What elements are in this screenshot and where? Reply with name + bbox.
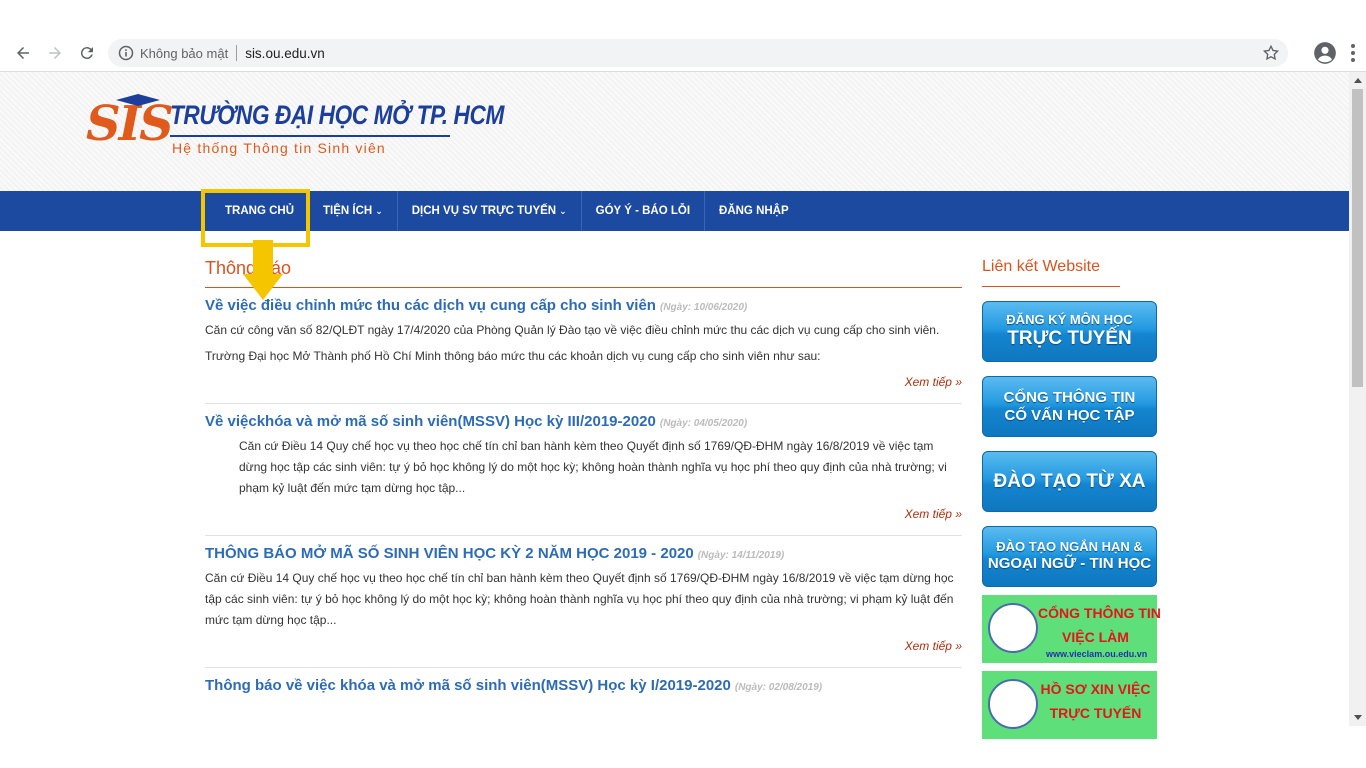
links-sidebar: Liên kết Website ĐĂNG KÝ MÔN HỌC TRỰC TU… — [982, 258, 1161, 739]
logo-tagline: Hệ thống Thông tin Sinh viên — [172, 140, 386, 156]
browser-tabstrip — [0, 0, 1366, 34]
announcement-excerpt: Căn cứ Điều 14 Quy chế học vụ theo học c… — [239, 439, 947, 495]
address-bar[interactable]: Không bảo mật sis.ou.edu.vn — [108, 39, 1288, 67]
down-arrow-annotation-icon — [243, 240, 283, 300]
banner-line-1: HỒ SƠ XIN VIỆC — [1040, 681, 1151, 697]
banner-line-2: TRỰC TUYẾN — [1049, 705, 1142, 721]
announcement-excerpt: Trường Đại học Mở Thành phố Hồ Chí Minh … — [205, 349, 821, 363]
nav-item-login[interactable]: ĐĂNG NHẬP — [705, 191, 803, 231]
school-name: TRƯỜNG ĐẠI HỌC MỞ TP. HCM — [170, 100, 504, 130]
announcement-item: THÔNG BÁO MỞ MÃ SỐ SINH VIÊN HỌC KỲ 2 NĂ… — [205, 536, 962, 668]
university-seal-icon — [988, 679, 1038, 729]
nav-item-utilities[interactable]: TIỆN ÍCH ⌄ — [309, 191, 398, 231]
link-line-2: NGOẠI NGỮ - TIN HỌC — [987, 555, 1152, 573]
link-line-2: CỐ VẤN HỌC TẬP — [1004, 406, 1135, 424]
link-line-1: ĐÀO TẠO TỪ XA — [993, 470, 1146, 492]
announcement-excerpt: Căn cứ Điều 14 Quy chế học vụ theo học c… — [205, 571, 954, 627]
browser-toolbar: Không bảo mật sis.ou.edu.vn — [0, 34, 1366, 72]
nav-item-feedback[interactable]: GÓY Ý - BÁO LỖI — [582, 191, 706, 231]
back-button[interactable] — [10, 40, 36, 66]
back-arrow-icon — [17, 46, 29, 59]
kebab-menu-icon[interactable] — [1350, 43, 1356, 63]
page-scrollbar[interactable] — [1349, 72, 1366, 726]
scrollbar-thumb[interactable] — [1352, 89, 1363, 387]
announcements-heading: Thông báo — [205, 258, 962, 288]
graduation-cap-icon — [116, 94, 160, 106]
chevron-down-icon: ⌄ — [375, 205, 383, 216]
banner-line-2: VIỆC LÀM — [1062, 629, 1129, 645]
announcement-title-link[interactable]: Thông báo về việc khóa và mở mã số sinh … — [205, 677, 731, 694]
distance-learning-link[interactable]: ĐÀO TẠO TỪ XA — [982, 451, 1157, 512]
omnibox-divider — [236, 45, 238, 61]
read-more-link[interactable]: Xem tiếp » — [205, 639, 962, 653]
nav-highlight-box — [201, 189, 310, 247]
job-portal-banner[interactable]: CỔNG THÔNG TIN VIỆC LÀM www.vieclam.ou.e… — [982, 595, 1161, 663]
forward-arrow-icon — [49, 46, 61, 59]
reload-button[interactable] — [74, 40, 100, 66]
forward-button[interactable] — [42, 40, 68, 66]
bookmark-star-icon[interactable] — [1262, 44, 1280, 62]
scroll-down-icon[interactable] — [1349, 709, 1366, 726]
nav-item-label: TIỆN ÍCH — [323, 205, 373, 217]
logo-underline — [170, 135, 450, 137]
reload-icon — [80, 46, 93, 59]
announcement-item: Thông báo về việc khóa và mở mã số sinh … — [205, 668, 962, 709]
announcements-column: Thông báo Về việc điều chỉnh mức thu các… — [205, 258, 962, 709]
scroll-up-icon[interactable] — [1349, 72, 1366, 89]
toolbar-right — [1282, 40, 1356, 66]
security-label[interactable]: Không bảo mật — [140, 46, 228, 61]
link-line-1: ĐÀO TẠO NGẮN HẠN & — [996, 539, 1143, 555]
info-icon[interactable] — [118, 45, 134, 61]
short-course-link[interactable]: ĐÀO TẠO NGẮN HẠN & NGOẠI NGỮ - TIN HỌC — [982, 526, 1157, 587]
announcement-title-link[interactable]: THÔNG BÁO MỞ MÃ SỐ SINH VIÊN HỌC KỲ 2 NĂ… — [205, 545, 694, 562]
banner-url: www.vieclam.ou.edu.vn — [1046, 649, 1148, 659]
sidebar-heading: Liên kết Website — [982, 258, 1120, 287]
nav-item-label: DỊCH VỤ SV TRỰC TUYẾN — [411, 205, 557, 217]
course-registration-link[interactable]: ĐĂNG KÝ MÔN HỌC TRỰC TUYẾN — [982, 301, 1157, 362]
announcement-date: (Ngày: 14/11/2019) — [697, 550, 785, 561]
announcement-excerpt: Căn cứ công văn số 82/QLĐT ngày 17/4/202… — [205, 323, 940, 337]
announcement-title-link[interactable]: Về việckhóa và mở mã số sinh viên(MSSV) … — [205, 413, 656, 430]
banner-line-1: CỔNG THÔNG TIN — [1038, 605, 1161, 621]
site-logo[interactable]: SIS TRƯỜNG ĐẠI HỌC MỞ TP. HCM Hệ thống T… — [86, 94, 504, 160]
announcement-item: Về việckhóa và mở mã số sinh viên(MSSV) … — [205, 404, 962, 536]
announcement-item: Về việc điều chỉnh mức thu các dịch vụ c… — [205, 288, 962, 404]
link-line-2: TRỰC TUYẾN — [1007, 328, 1132, 350]
academic-advisor-portal-link[interactable]: CỔNG THÔNG TIN CỐ VẤN HỌC TẬP — [982, 376, 1157, 437]
online-resume-banner[interactable]: HỒ SƠ XIN VIỆC TRỰC TUYẾN — [982, 671, 1157, 739]
announcement-date: (Ngày: 02/08/2019) — [734, 682, 823, 693]
url-text[interactable]: sis.ou.edu.vn — [245, 46, 325, 61]
announcement-date: (Ngày: 10/06/2020) — [659, 302, 748, 313]
link-line-1: CỔNG THÔNG TIN — [1003, 389, 1136, 407]
nav-item-label: GÓY Ý - BÁO LỖI — [595, 205, 691, 217]
chevron-down-icon: ⌄ — [559, 205, 567, 216]
announcement-date: (Ngày: 04/05/2020) — [659, 418, 748, 429]
nav-item-label: ĐĂNG NHẬP — [719, 205, 789, 217]
nav-item-online-services[interactable]: DỊCH VỤ SV TRỰC TUYẾN ⌄ — [398, 191, 582, 231]
university-seal-icon — [988, 603, 1038, 653]
read-more-link[interactable]: Xem tiếp » — [205, 375, 962, 389]
page-viewport: SIS TRƯỜNG ĐẠI HỌC MỞ TP. HCM Hệ thống T… — [0, 72, 1366, 768]
link-line-1: ĐĂNG KÝ MÔN HỌC — [1006, 312, 1133, 328]
account-icon[interactable] — [1312, 40, 1338, 66]
read-more-link[interactable]: Xem tiếp » — [205, 507, 962, 521]
site-header: SIS TRƯỜNG ĐẠI HỌC MỞ TP. HCM Hệ thống T… — [0, 72, 1366, 191]
